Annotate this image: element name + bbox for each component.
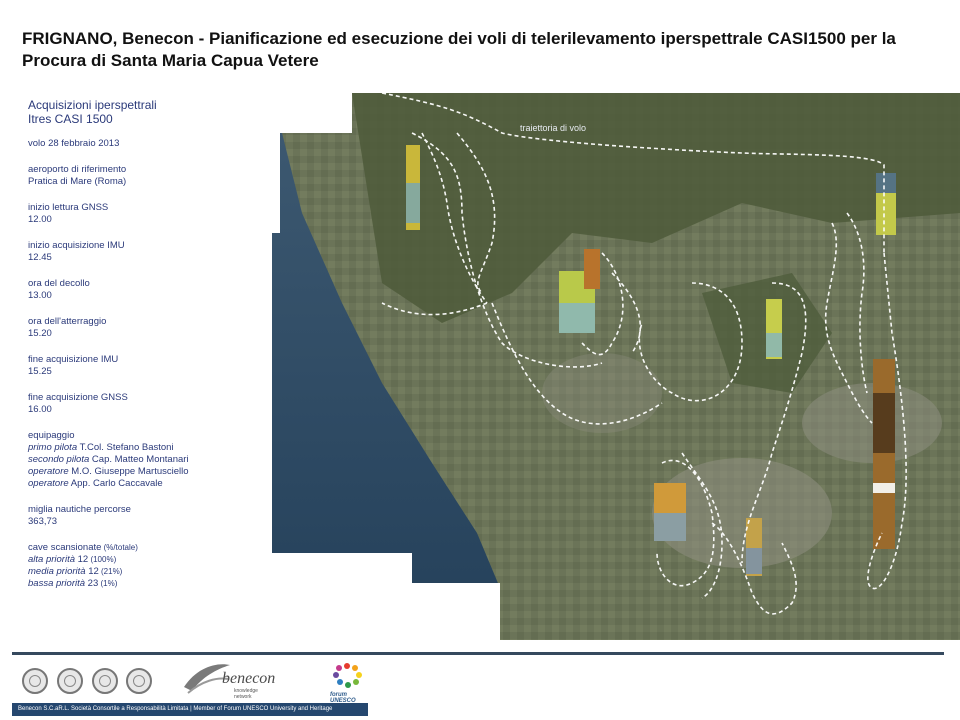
seal-icon bbox=[92, 668, 118, 694]
scan-strip bbox=[876, 173, 896, 193]
quarries-unit: (%/totale) bbox=[101, 543, 138, 552]
landing-info: ora dell'atterraggio 15.20 bbox=[28, 316, 268, 340]
scan-strip bbox=[654, 513, 686, 541]
map-cutout bbox=[272, 93, 352, 133]
priority-row: media priorità 12 (21%) bbox=[28, 566, 268, 578]
airport-value: Pratica di Mare (Roma) bbox=[28, 176, 127, 187]
gnss-end-value: 16.00 bbox=[28, 404, 52, 415]
map-image bbox=[272, 93, 960, 640]
benecon-logo-subtext: knowledge network bbox=[234, 688, 258, 700]
gnss-start-label: inizio lettura GNSS bbox=[28, 202, 109, 213]
crew-member: secondo pilota Cap. Matteo Montanari bbox=[28, 454, 268, 466]
imu-end-info: fine acquisizione IMU 15.25 bbox=[28, 354, 268, 378]
miles-value: 363,73 bbox=[28, 516, 58, 527]
imu-start-label: inizio acquisizione IMU bbox=[28, 240, 125, 251]
map-cutout bbox=[272, 133, 280, 233]
flight-date: volo 28 febbraio 2013 bbox=[28, 138, 268, 150]
crew-role: operatore bbox=[28, 466, 69, 477]
heading-line-1: Acquisizioni iperspettrali bbox=[28, 98, 157, 112]
forum-unesco-icon bbox=[333, 663, 362, 688]
scan-strip bbox=[559, 303, 595, 333]
scan-strip bbox=[873, 359, 895, 549]
gnss-end-info: fine acquisizione GNSS 16.00 bbox=[28, 392, 268, 416]
scan-strip bbox=[746, 548, 762, 574]
seal-icon bbox=[57, 668, 83, 694]
crew-role: secondo pilota bbox=[28, 454, 90, 465]
gnss-end-label: fine acquisizione GNSS bbox=[28, 392, 128, 403]
priority-pct: (21%) bbox=[98, 567, 123, 576]
miles-info: miglia nautiche percorse 363,73 bbox=[28, 504, 268, 528]
priority-count: 23 bbox=[85, 578, 99, 589]
landing-value: 15.20 bbox=[28, 328, 52, 339]
crew-member: primo pilota T.Col. Stefano Bastoni bbox=[28, 442, 268, 454]
flight-date-text: volo 28 febbraio 2013 bbox=[28, 138, 120, 149]
benecon-logo: benecon knowledge network bbox=[182, 657, 276, 700]
forum-unesco-logo: forum UNESCO bbox=[326, 660, 368, 704]
imu-end-value: 15.25 bbox=[28, 366, 52, 377]
info-panel: Acquisizioni iperspettrali Itres CASI 15… bbox=[28, 98, 268, 604]
crew-name: T.Col. Stefano Bastoni bbox=[77, 442, 174, 453]
scan-strip bbox=[406, 183, 420, 223]
route-label: traiettoria di volo bbox=[520, 123, 587, 133]
quarries-label: cave scansionate bbox=[28, 542, 102, 553]
crew-role: primo pilota bbox=[28, 442, 78, 453]
map-cutout bbox=[412, 583, 500, 640]
seal-icon bbox=[22, 668, 48, 694]
gnss-start-info: inizio lettura GNSS 12.00 bbox=[28, 202, 268, 226]
page-title: FRIGNANO, Benecon - Pianificazione ed es… bbox=[22, 29, 896, 70]
scan-strip bbox=[873, 393, 895, 453]
imu-start-value: 12.45 bbox=[28, 252, 52, 263]
crew-info: equipaggio primo pilota T.Col. Stefano B… bbox=[28, 430, 268, 490]
priority-row: bassa priorità 23 (1%) bbox=[28, 578, 268, 590]
scan-strip bbox=[766, 333, 782, 357]
priority-count: 12 bbox=[75, 554, 89, 565]
scan-strip bbox=[584, 249, 600, 289]
benecon-logo-text: benecon bbox=[222, 670, 276, 687]
priority-pct: (100%) bbox=[88, 555, 117, 564]
priority-label: alta priorità bbox=[28, 554, 75, 565]
priority-label: media priorità bbox=[28, 566, 86, 577]
footer-divider bbox=[12, 652, 944, 655]
quarries-header: cave scansionate (%/totale) bbox=[28, 542, 268, 554]
imu-end-label: fine acquisizione IMU bbox=[28, 354, 119, 365]
crew-name: App. Carlo Caccavale bbox=[68, 478, 163, 489]
panel-heading: Acquisizioni iperspettrali Itres CASI 15… bbox=[28, 98, 268, 126]
takeoff-label: ora del decollo bbox=[28, 278, 90, 289]
gnss-start-value: 12.00 bbox=[28, 214, 52, 225]
footer-bar: Benecon S.C.aR.L. Società Consortile a R… bbox=[12, 703, 368, 716]
map-cutout bbox=[272, 553, 412, 640]
priority-pct: (1%) bbox=[98, 579, 118, 588]
miles-label: miglia nautiche percorse bbox=[28, 504, 131, 515]
airport-info: aeroporto di riferimento Pratica di Mare… bbox=[28, 164, 268, 188]
crew-member: operatore App. Carlo Caccavale bbox=[28, 478, 268, 490]
satellite-map: traiettoria di volo bbox=[272, 93, 960, 640]
imu-start-info: inizio acquisizione IMU 12.45 bbox=[28, 240, 268, 264]
takeoff-value: 13.00 bbox=[28, 290, 52, 301]
crew-label: equipaggio bbox=[28, 430, 75, 441]
scan-strip bbox=[873, 483, 895, 493]
heading-line-2: Itres CASI 1500 bbox=[28, 112, 113, 126]
seal-icon bbox=[126, 668, 152, 694]
urban-area bbox=[542, 353, 662, 433]
airport-label: aeroporto di riferimento bbox=[28, 164, 127, 175]
crew-name: Cap. Matteo Montanari bbox=[89, 454, 189, 465]
crew-name: M.O. Giuseppe Martusciello bbox=[68, 466, 189, 477]
landing-label: ora dell'atterraggio bbox=[28, 316, 107, 327]
priority-row: alta priorità 12 (100%) bbox=[28, 554, 268, 566]
crew-member: operatore M.O. Giuseppe Martusciello bbox=[28, 466, 268, 478]
priority-count: 12 bbox=[85, 566, 99, 577]
priority-label: bassa priorità bbox=[28, 578, 86, 589]
quarries-info: cave scansionate (%/totale) alta priorit… bbox=[28, 542, 268, 590]
takeoff-info: ora del decollo 13.00 bbox=[28, 278, 268, 302]
crew-role: operatore bbox=[28, 478, 69, 489]
